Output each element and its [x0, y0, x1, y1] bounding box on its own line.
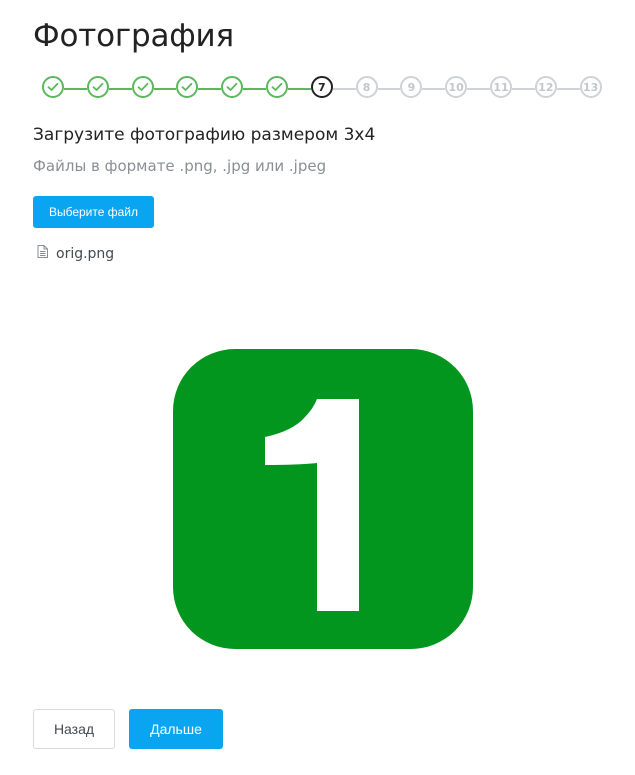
- stepper-connector: [332, 88, 356, 90]
- stepper-connector: [422, 88, 446, 90]
- check-icon: [181, 82, 193, 91]
- step-10: 10: [445, 76, 468, 98]
- stepper-connector: [108, 88, 132, 90]
- step-3[interactable]: [131, 76, 154, 98]
- stepper-connector: [512, 88, 535, 90]
- upload-format-hint: Файлы в формате .png, .jpg или .jpeg: [33, 157, 327, 175]
- step-number: 7: [317, 80, 326, 94]
- step-number: 11: [493, 80, 509, 94]
- choose-file-button[interactable]: Выберите файл: [33, 196, 154, 228]
- stepper-connector: [556, 88, 580, 90]
- stepper-connector: [64, 88, 87, 90]
- step-number: 8: [362, 80, 371, 94]
- check-icon: [271, 82, 283, 91]
- step-7: 7: [310, 76, 333, 98]
- check-icon: [47, 82, 59, 91]
- step-13: 13: [579, 76, 602, 98]
- step-4[interactable]: [176, 76, 199, 98]
- photo-preview: [173, 349, 473, 649]
- step-number: 12: [538, 80, 554, 94]
- step-12: 12: [534, 76, 557, 98]
- stepper-connector: [198, 88, 222, 90]
- stepper-connector: [243, 88, 266, 90]
- step-1[interactable]: [42, 76, 64, 98]
- check-icon: [137, 82, 148, 91]
- step-2[interactable]: [86, 76, 109, 98]
- check-icon: [226, 82, 238, 91]
- upload-heading: Загрузите фотографию размером 3х4: [33, 125, 376, 145]
- stepper-connector: [153, 88, 177, 90]
- stepper-connector: [377, 88, 401, 90]
- step-11: 11: [490, 76, 512, 98]
- file-name: orig.png: [56, 246, 115, 262]
- step-number: 9: [407, 80, 416, 94]
- stepper-connector: [288, 88, 311, 90]
- photo-preview-image: [173, 349, 473, 649]
- progress-stepper: 7 8 9 10 11 12 13: [42, 76, 602, 102]
- check-icon: [92, 82, 104, 91]
- step-number: 13: [582, 80, 599, 94]
- next-button[interactable]: Дальше: [129, 709, 223, 749]
- stepper-connector: [467, 88, 490, 90]
- step-6[interactable]: [266, 76, 288, 98]
- step-8: 8: [355, 76, 378, 98]
- step-number: 10: [448, 80, 464, 94]
- file-icon: [37, 245, 48, 263]
- step-9: 9: [400, 76, 423, 98]
- page-title: Фотография: [33, 18, 234, 54]
- uploaded-file: orig.png: [37, 245, 114, 263]
- back-button[interactable]: Назад: [33, 709, 115, 749]
- step-5[interactable]: [221, 76, 244, 98]
